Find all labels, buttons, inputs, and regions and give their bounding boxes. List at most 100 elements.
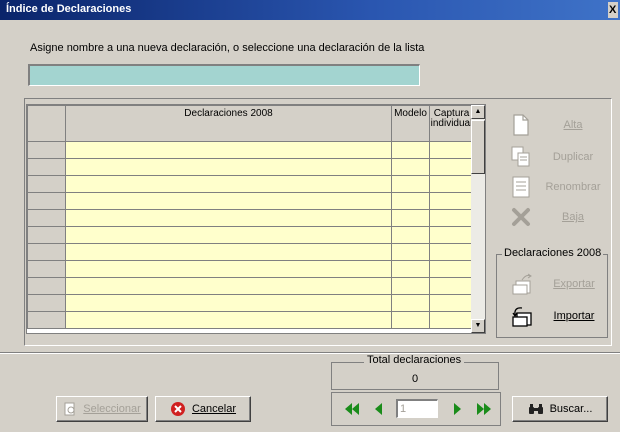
first-page-icon[interactable] [343, 400, 361, 418]
total-value: 0 [411, 373, 419, 385]
duplicar-label: Duplicar [552, 151, 594, 163]
declarations-table: Declaraciones 2008 Modelo Captura indivi… [27, 105, 474, 329]
table-row[interactable] [27, 294, 474, 312]
exportar-button[interactable]: Exportar [510, 271, 608, 297]
table-cell[interactable] [391, 226, 430, 244]
row-header-cell[interactable] [27, 175, 66, 193]
duplicar-button[interactable]: Duplicar [510, 144, 608, 170]
baja-button[interactable]: Baja [510, 204, 608, 230]
table-cell[interactable] [65, 311, 392, 329]
table-cell[interactable] [65, 141, 392, 159]
table-cell[interactable] [65, 260, 392, 278]
table-cell[interactable] [65, 158, 392, 176]
cancel-icon [170, 402, 185, 416]
row-header-cell[interactable] [27, 311, 66, 329]
importar-label: Importar [553, 310, 595, 322]
prev-page-icon[interactable] [370, 400, 388, 418]
import-icon [512, 307, 532, 327]
row-header-cell[interactable] [27, 243, 66, 261]
exportar-label: Exportar [553, 278, 595, 290]
table-cell[interactable] [429, 243, 474, 261]
table-row[interactable] [27, 175, 474, 193]
row-header-cell[interactable] [27, 158, 66, 176]
table-cell[interactable] [65, 277, 392, 295]
next-page-icon[interactable] [448, 400, 466, 418]
row-header-cell[interactable] [27, 226, 66, 244]
dialog-window: Índice de Declaraciones X Asigne nombre … [0, 0, 620, 432]
table-row[interactable] [27, 311, 474, 329]
table-cell[interactable] [391, 277, 430, 295]
last-page-icon[interactable] [475, 400, 493, 418]
declarations-grid[interactable]: Declaraciones 2008 Modelo Captura indivi… [26, 104, 486, 334]
table-row[interactable] [27, 277, 474, 295]
table-body [27, 141, 474, 329]
table-cell[interactable] [65, 192, 392, 210]
scroll-up-button[interactable]: ▲ [471, 105, 485, 119]
row-header-cell[interactable] [27, 260, 66, 278]
table-cell[interactable] [391, 243, 430, 261]
alta-button[interactable]: Alta [510, 112, 608, 138]
table-row[interactable] [27, 243, 474, 261]
importar-button[interactable]: Importar [510, 303, 608, 329]
table-cell[interactable] [429, 175, 474, 193]
export-icon [512, 273, 532, 295]
new-page-icon [513, 114, 529, 136]
scroll-down-button[interactable]: ▼ [471, 319, 485, 333]
table-row[interactable] [27, 141, 474, 159]
row-header-cell[interactable] [27, 192, 66, 210]
title-bar[interactable]: Índice de Declaraciones X [0, 0, 620, 20]
table-cell[interactable] [391, 260, 430, 278]
table-cell[interactable] [65, 175, 392, 193]
declaration-name-input[interactable] [28, 64, 420, 86]
table-cell[interactable] [391, 311, 430, 329]
duplicate-icon [511, 146, 530, 167]
table-row[interactable] [27, 209, 474, 227]
page-number-input[interactable] [396, 399, 438, 418]
cancelar-button[interactable]: Cancelar [155, 396, 251, 422]
table-cell[interactable] [429, 294, 474, 312]
table-cell[interactable] [65, 226, 392, 244]
table-cell[interactable] [65, 209, 392, 227]
table-cell[interactable] [429, 209, 474, 227]
table-cell[interactable] [429, 260, 474, 278]
table-cell[interactable] [429, 158, 474, 176]
separator [0, 352, 620, 354]
column-header-declaraciones[interactable]: Declaraciones 2008 [65, 105, 392, 142]
table-row[interactable] [27, 192, 474, 210]
column-header-modelo[interactable]: Modelo [391, 105, 430, 142]
row-header-cell[interactable] [27, 294, 66, 312]
table-cell[interactable] [429, 226, 474, 244]
delete-x-icon [512, 208, 530, 226]
table-cell[interactable] [391, 209, 430, 227]
row-header-cell[interactable] [27, 277, 66, 295]
binoculars-icon [528, 404, 543, 414]
table-cell[interactable] [429, 277, 474, 295]
row-header-cell[interactable] [27, 141, 66, 159]
window-title: Índice de Declaraciones [6, 3, 132, 15]
row-header-cell[interactable] [27, 209, 66, 227]
instruction-text: Asigne nombre a una nueva declaración, o… [30, 42, 425, 54]
select-icon [64, 402, 75, 416]
buscar-button[interactable]: Buscar... [512, 396, 608, 422]
table-cell[interactable] [65, 294, 392, 312]
table-cell[interactable] [429, 311, 474, 329]
column-header-captura[interactable]: Captura individual [429, 105, 474, 142]
vertical-scrollbar[interactable]: ▲ ▼ [471, 105, 485, 333]
seleccionar-button[interactable]: Seleccionar [56, 396, 148, 422]
table-cell[interactable] [391, 141, 430, 159]
table-row[interactable] [27, 158, 474, 176]
renombrar-button[interactable]: Renombrar [510, 174, 608, 200]
scroll-thumb[interactable] [471, 120, 485, 174]
table-cell[interactable] [391, 192, 430, 210]
table-cell[interactable] [391, 175, 430, 193]
table-row[interactable] [27, 226, 474, 244]
table-cell[interactable] [65, 243, 392, 261]
table-cell[interactable] [391, 158, 430, 176]
close-button[interactable]: X [608, 2, 618, 18]
table-header-row: Declaraciones 2008 Modelo Captura indivi… [27, 105, 474, 142]
table-cell[interactable] [429, 141, 474, 159]
table-row[interactable] [27, 260, 474, 278]
table-cell[interactable] [429, 192, 474, 210]
column-header-rownum [27, 105, 66, 142]
table-cell[interactable] [391, 294, 430, 312]
